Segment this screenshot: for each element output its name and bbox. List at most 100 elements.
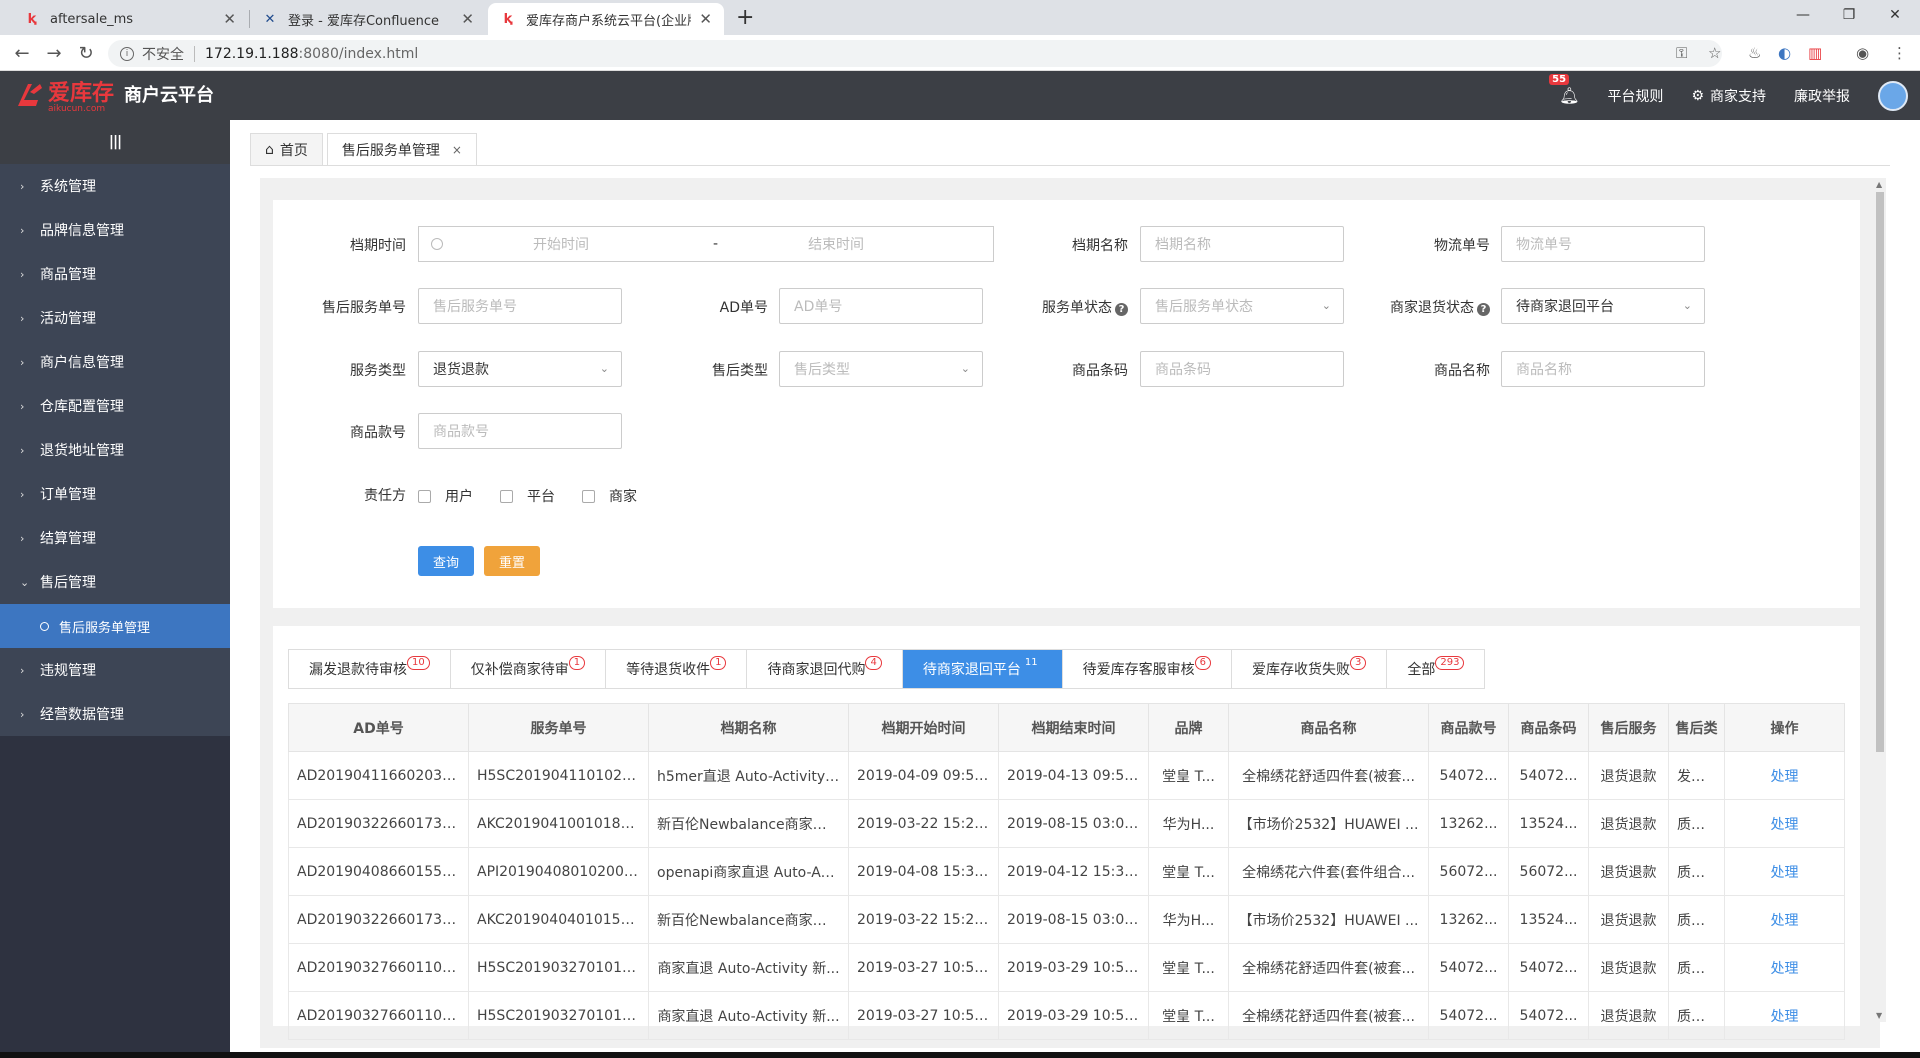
merchant-return-status-select[interactable]: 待商家退回平台 ⌄ [1501,288,1705,324]
close-tab-icon[interactable]: ✕ [461,10,474,28]
extension-icon[interactable]: ▥ [1808,44,1822,62]
new-tab-icon[interactable]: + [736,5,754,30]
sidebar-item-return-address[interactable]: › 退货地址管理 [0,428,230,472]
divider [194,45,195,62]
aikucun-favicon-icon: ⱪ [27,11,37,27]
sidebar-item-products[interactable]: › 商品管理 [0,252,230,296]
responsible-user-checkbox[interactable]: 用户 [418,486,473,506]
status-tab-all[interactable]: 全部 293 [1387,650,1484,688]
status-tab-missed-refund[interactable]: 漏发退款待审核 10 [289,650,451,688]
close-tab-icon[interactable]: ✕ [699,10,712,28]
report-link[interactable]: 廉政举报 [1794,86,1850,106]
service-no-input[interactable]: 售后服务单号 [418,288,622,324]
sidebar-item-business-data[interactable]: › 经营数据管理 [0,692,230,736]
period-name-input[interactable]: 档期名称 [1140,226,1344,262]
table-cell-service-no: AKC20190404010154... [468,895,649,944]
sidebar-item-violations[interactable]: › 违规管理 [0,648,230,692]
aftersale-type-select[interactable]: 售后类型 ⌄ [779,351,983,387]
product-name-input[interactable]: 商品名称 [1501,351,1705,387]
column-header-actions: 操作 [1724,703,1845,752]
responsible-merchant-checkbox[interactable]: 商家 [582,486,637,506]
service-type-select[interactable]: 退货退款 ⌄ [418,351,622,387]
scroll-down-icon[interactable]: ▼ [1876,1011,1882,1020]
tab-aftersale-service[interactable]: 售后服务单管理 × [326,133,477,165]
tab-home[interactable]: ⌂ 首页 [250,133,323,165]
process-link[interactable]: 处理 [1724,751,1845,800]
help-icon[interactable]: ? [1477,303,1490,316]
sidebar-item-orders[interactable]: › 订单管理 [0,472,230,516]
status-tab-receive-failed[interactable]: 爱库存收货失败 3 [1232,650,1388,688]
sidebar-item-brand[interactable]: › 品牌信息管理 [0,208,230,252]
process-link[interactable]: 处理 [1724,799,1845,848]
sidebar-item-system[interactable]: › 系统管理 [0,164,230,208]
reset-button[interactable]: 重置 [484,546,540,576]
style-no-input[interactable]: 商品款号 [418,413,622,449]
sidebar-item-settlement[interactable]: › 结算管理 [0,516,230,560]
scroll-up-icon[interactable]: ▲ [1876,180,1882,189]
sidebar-item-merchant-info[interactable]: › 商户信息管理 [0,340,230,384]
ad-no-input[interactable]: AD单号 [779,288,983,324]
avatar[interactable] [1878,80,1908,111]
chevron-right-icon: › [20,223,25,237]
close-window-icon[interactable]: ✕ [1872,0,1918,30]
forward-icon[interactable]: → [40,39,68,67]
extension-icon[interactable]: ◐ [1778,44,1791,62]
table-cell-aftersale-service: 退货退款 [1588,943,1669,992]
browser-tab-title: 登录 - 爱库存Confluence [288,13,440,29]
browser-tab-2[interactable]: ✕ 登录 - 爱库存Confluence ✕ [250,3,486,35]
address-bar[interactable]: i 不安全 172.19.1.188 :8080/index.html [108,40,1722,67]
browser-tab-1[interactable]: ⱪ aftersale_ms ✕ [12,3,248,35]
star-icon[interactable]: ☆ [1708,44,1721,62]
process-link[interactable]: 处理 [1724,847,1845,896]
sidebar-item-label: 品牌信息管理 [40,223,124,239]
sidebar-item-activity[interactable]: › 活动管理 [0,296,230,340]
notification-bell-icon[interactable]: 🔔︎ 55 [1549,74,1579,105]
platform-rules-link[interactable]: 平台规则 [1607,86,1663,106]
key-icon[interactable]: ⚿ [1676,44,1687,62]
service-status-select[interactable]: 售后服务单状态 ⌄ [1140,288,1344,324]
back-icon[interactable]: ← [8,39,36,67]
help-icon[interactable]: ? [1115,303,1128,316]
browser-tab-3[interactable]: ⱪ 爱库存商户系统云平台(企业版) ✕ [488,3,724,35]
sidebar-item-aftersale-service[interactable]: 售后服务单管理 [0,604,230,648]
reload-icon[interactable]: ↻ [72,39,100,67]
status-tab-return-to-platform[interactable]: 待商家退回平台 11 [902,650,1063,688]
scrollbar-thumb[interactable] [1876,192,1884,752]
checkbox-label: 商家 [609,489,637,505]
process-link[interactable]: 处理 [1724,991,1845,1040]
process-link[interactable]: 处理 [1724,943,1845,992]
table-cell-product-name: 【市场价2532】HUAWEI ... [1228,895,1429,944]
status-tab-cs-review[interactable]: 待爱库存客服审核 6 [1063,650,1232,688]
sidebar-item-aftersale[interactable]: ⌄ 售后管理 [0,560,230,604]
close-tab-icon[interactable]: × [452,143,462,157]
status-tab-return-to-agent[interactable]: 待商家退回代购 4 [747,650,903,688]
scrollbar[interactable]: ▲ ▼ [1874,178,1886,1022]
process-link[interactable]: 处理 [1724,895,1845,944]
aikucun-favicon-icon: ⱪ [503,11,513,27]
minimize-icon[interactable]: — [1780,0,1826,30]
table-cell-barcode: 54072... [1508,943,1589,992]
table-cell-barcode: 54072... [1508,991,1589,1040]
restore-icon[interactable]: ❐ [1826,0,1872,30]
sidebar-item-warehouse[interactable]: › 仓库配置管理 [0,384,230,428]
status-tab-await-return[interactable]: 等待退货收件 1 [606,650,748,688]
status-tab-compensate[interactable]: 仅补偿商家待审 1 [451,650,607,688]
table-cell-period-name: 新百伦Newbalance商家活动 [648,799,849,848]
query-button[interactable]: 查询 [418,546,474,576]
close-tab-icon[interactable]: ✕ [223,10,236,28]
table-cell-style-no: 56072... [1428,847,1509,896]
merchant-support-link[interactable]: ⚙ 商家支持 [1691,86,1766,106]
service-status-placeholder: 售后服务单状态 [1155,299,1253,315]
more-menu-icon[interactable]: ⋮ [1892,44,1907,62]
logistics-no-input[interactable]: 物流单号 [1501,226,1705,262]
logo: 爱库存 aikucun.com 商户云平台 [14,78,214,114]
info-icon[interactable]: i [120,46,134,61]
browser-tab-title: aftersale_ms [50,11,134,27]
profile-icon[interactable]: ◉ [1856,44,1869,62]
extension-icon[interactable]: ♨ [1748,44,1761,62]
responsible-platform-checkbox[interactable]: 平台 [500,486,555,506]
period-date-range[interactable]: 开始时间 - 结束时间 [418,226,994,262]
style-no-label: 商品款号 [350,425,406,441]
barcode-input[interactable]: 商品条码 [1140,351,1344,387]
sidebar-toggle[interactable]: ||| [0,120,230,164]
